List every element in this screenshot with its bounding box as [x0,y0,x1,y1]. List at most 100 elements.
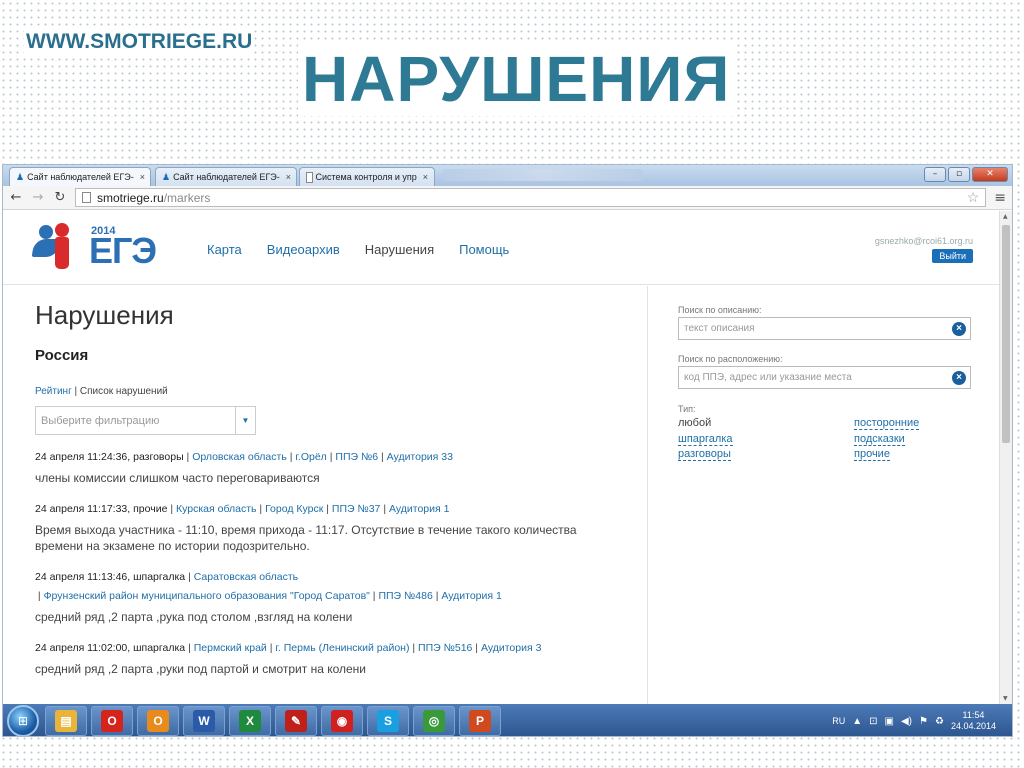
browser-tab[interactable]: ♟ Сайт наблюдателей ЕГЭ- × [155,167,297,186]
ppe-link[interactable]: ППЭ №486 [378,590,432,602]
scroll-down-icon[interactable]: ▼ [1003,695,1008,702]
start-button-icon[interactable]: ⊞ [7,705,39,736]
type-any[interactable]: любой [678,417,711,429]
taskbar-chrome-button[interactable]: ◎ [413,706,455,736]
nav-map[interactable]: Карта [207,242,242,257]
rating-link[interactable]: Рейтинг [35,386,72,397]
maximize-button[interactable]: ▫ [948,167,970,182]
taskbar-opera-button[interactable]: O [91,706,133,736]
auditorium-link[interactable]: Аудитория 1 [389,503,449,515]
type-outsiders[interactable]: посторонние [854,417,920,430]
outlook-icon: O [147,710,169,732]
network-icon[interactable]: ⊡ [869,716,877,727]
address-bar[interactable]: smotriege.ru/markers ☆ [75,188,987,207]
page-title: Нарушения [35,300,174,330]
forward-arrow-icon[interactable]: → [31,190,45,205]
ege-logo[interactable]: 2014 ЕГЭ [31,223,157,269]
tab-close-icon[interactable]: × [286,172,291,182]
reload-icon[interactable]: ↻ [53,190,67,205]
sync-icon[interactable]: ♻ [935,716,944,727]
clock[interactable]: 11:54 24.04.2014 [951,710,996,732]
taskbar-acrobat-button[interactable]: ✎ [275,706,317,736]
browser-tab-bar: ♟ Сайт наблюдателей ЕГЭ- × ♟ Сайт наблюд… [3,165,1012,186]
report-text: средний ряд ,2 парта ,руки под партой и … [35,662,367,676]
ege-favicon-icon: ♟ [162,171,171,182]
close-window-button[interactable]: ✕ [972,167,1008,182]
report-meta: 24 апреля 11:24:36, разговоры [35,451,184,463]
report-meta: 24 апреля 11:17:33, прочие [35,503,168,515]
violations-list-label: Список нарушений [79,386,168,397]
type-prompts[interactable]: подсказки [854,432,905,446]
flag-icon[interactable]: ⚑ [919,716,928,727]
show-hidden-icons-icon[interactable]: ▲ [852,716,862,727]
logout-button[interactable]: Выйти [932,249,973,263]
taskbar-explorer-button[interactable]: ▤ [45,706,87,736]
city-link[interactable]: Город Курск [265,503,323,515]
city-link[interactable]: г.Орёл [295,451,326,463]
violations-content: Нарушения Россия Рейтинг | Список наруше… [3,286,648,704]
excel-icon: X [239,710,261,732]
browser-menu-icon[interactable]: ≡ [994,190,1006,206]
scroll-up-icon[interactable]: ▲ [1003,213,1008,220]
region-link[interactable]: Орловская область [192,451,287,463]
ppe-link[interactable]: ППЭ №37 [332,503,381,515]
search-location-label: Поиск по расположению: [678,354,783,364]
region-link[interactable]: Пермский край [194,642,267,654]
taskbar-apps: ▤ O O W X ✎ ◉ S ◎ P [45,706,505,736]
report-text: средний ряд ,2 парта ,рука под столом ,в… [35,610,353,624]
scrollbar-thumb[interactable] [1002,225,1010,443]
tab-label: Сайт наблюдателей ЕГЭ- [173,172,280,182]
window-controls: – ▫ ✕ [924,167,1008,182]
clock-date: 24.04.2014 [950,721,996,731]
type-cheat-sheet[interactable]: шпаргалка [678,432,733,446]
browser-tab[interactable]: ♟ Сайт наблюдателей ЕГЭ- × [9,167,151,186]
tab-close-icon[interactable]: × [140,172,145,182]
device-icon[interactable]: ▣ [885,716,894,727]
taskbar-outlook-button[interactable]: O [137,706,179,736]
browser-tab[interactable]: Система контроля и упр × [299,167,435,186]
auditorium-link[interactable]: Аудитория 3 [481,642,541,654]
taskbar-excel-button[interactable]: X [229,706,271,736]
url-path: /markers [163,190,211,205]
type-talking[interactable]: разговоры [678,448,731,461]
filter-select[interactable]: Выберите фильтрацию ▼ [35,406,256,435]
taskbar-skype-button[interactable]: S [367,706,409,736]
region-link[interactable]: Курская область [176,503,256,515]
browser-screenshot: ♟ Сайт наблюдателей ЕГЭ- × ♟ Сайт наблюд… [2,164,1013,737]
page-icon [306,171,313,183]
taskbar-app-red-button[interactable]: ◉ [321,706,363,736]
ege-favicon-icon: ♟ [16,171,25,182]
clear-icon[interactable]: × [952,321,966,336]
minimize-button[interactable]: – [924,167,946,182]
report-meta: 24 апреля 11:02:00, шпаргалка [35,642,186,654]
user-email[interactable]: gsnezhko@rcoi61.org.ru [875,236,973,246]
city-link[interactable]: г. Пермь (Ленинский район) [275,642,409,654]
clear-icon[interactable]: × [952,370,966,385]
skype-icon: S [377,710,399,732]
search-description-input[interactable]: текст описания × [678,317,971,340]
search-location-input[interactable]: код ППЭ, адрес или указание места × [678,366,971,389]
nav-violations[interactable]: Нарушения [365,242,434,257]
nav-help[interactable]: Помощь [459,242,509,257]
nav-video-archive[interactable]: Видеоархив [267,242,340,257]
volume-icon[interactable]: ◀) [901,716,912,727]
language-indicator[interactable]: RU [832,716,845,726]
auditorium-link[interactable]: Аудитория 1 [441,590,501,602]
tab-close-icon[interactable]: × [423,172,428,182]
back-arrow-icon[interactable]: ← [9,190,23,205]
auditorium-link[interactable]: Аудитория 33 [387,451,453,463]
ppe-link[interactable]: ППЭ №6 [335,451,378,463]
new-tab-area[interactable] [443,169,643,181]
violations-list: 24 апреля 11:24:36, разговоры | Орловска… [35,450,615,677]
district-link[interactable]: Фрунзенский район муниципального образов… [44,590,370,602]
page-icon [82,192,91,203]
windows-taskbar: ⊞ ▤ O O W X ✎ ◉ S ◎ P RU ▲ ⊡ ▣ ◀) ⚑ ♻ 11:54 24.04… [3,704,1012,736]
taskbar-powerpoint-button[interactable]: P [459,706,501,736]
user-block: gsnezhko@rcoi61.org.ru Выйти [875,236,973,264]
type-other[interactable]: прочие [854,448,890,461]
bookmark-star-icon[interactable]: ☆ [967,189,980,206]
ppe-link[interactable]: ППЭ №516 [418,642,472,654]
vertical-scrollbar[interactable]: ▲ ▼ [999,211,1012,704]
taskbar-word-button[interactable]: W [183,706,225,736]
region-link[interactable]: Саратовская область [194,571,298,583]
